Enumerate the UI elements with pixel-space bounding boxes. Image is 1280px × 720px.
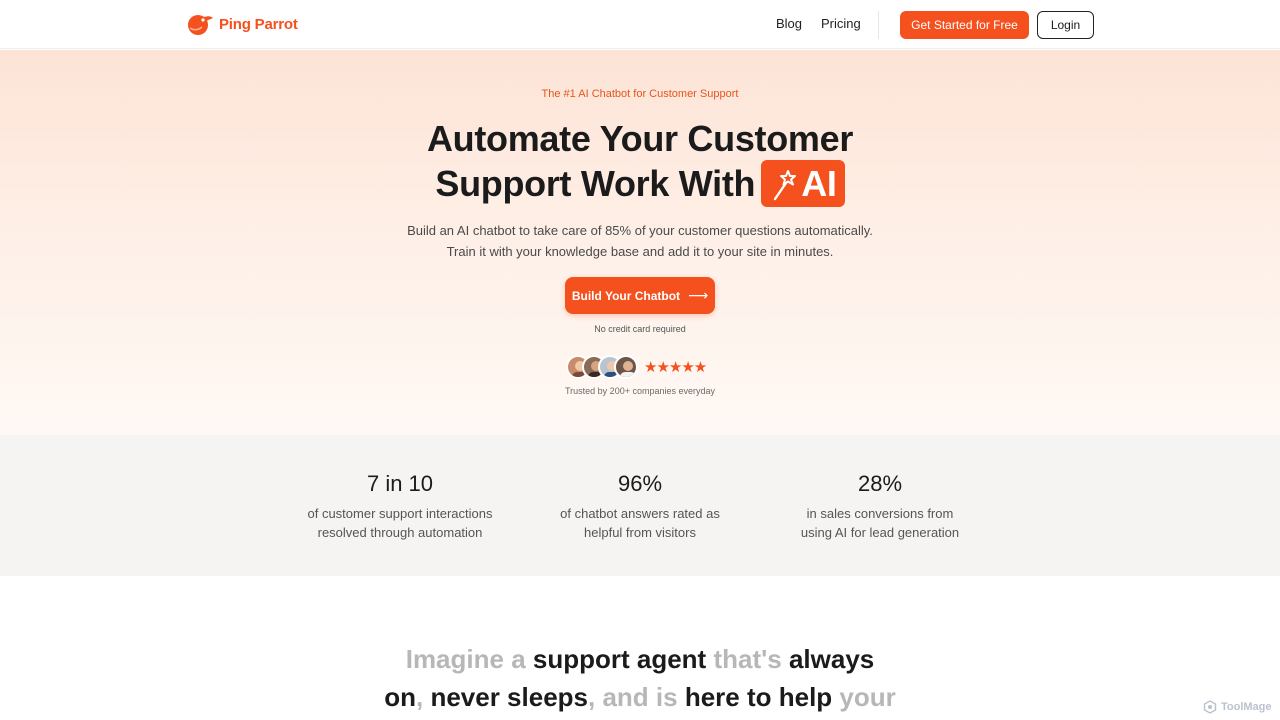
imagine-fragment: here to help (684, 682, 840, 712)
stat-item: 7 in 10 of customer support interactions… (280, 471, 520, 542)
nav-divider (878, 11, 879, 39)
stat-desc-line2: resolved through automation (317, 525, 483, 540)
stat-desc-line1: of chatbot answers rated as (560, 506, 720, 521)
imagine-fragment: support agent (532, 644, 714, 674)
hero-headline-line2: Support Work With AI (0, 160, 1280, 207)
stat-value: 28% (857, 471, 903, 496)
imagine-line2: on, never sleeps, and is here to help yo… (0, 682, 1280, 713)
no-credit-card-note: No credit card required (594, 324, 686, 334)
hero-eyebrow: The #1 AI Chatbot for Customer Support (541, 88, 739, 100)
trust-row: ★★★★★ (566, 355, 707, 379)
imagine-fragment: , (416, 682, 431, 712)
build-chatbot-button[interactable]: Build Your Chatbot ⟶ (565, 277, 715, 314)
hero-headline-line1: Automate Your Customer (426, 118, 854, 159)
imagine-fragment: on (384, 682, 416, 712)
stat-desc-line1: of customer support interactions (307, 506, 493, 521)
stat-item: 96% of chatbot answers rated as helpful … (520, 471, 760, 542)
stat-desc-line2: helpful from visitors (584, 525, 696, 540)
imagine-fragment: Imagine a (405, 644, 533, 674)
imagine-fragment: that's (713, 644, 789, 674)
build-chatbot-label: Build Your Chatbot (571, 288, 681, 303)
stat-value: 7 in 10 (366, 471, 434, 496)
login-button[interactable]: Login (1037, 11, 1094, 39)
trusted-by-text: Trusted by 200+ companies everyday (565, 386, 715, 396)
stat-desc-line2: using AI for lead generation (800, 525, 960, 540)
hero-subtitle-line2: Train it with your knowledge base and ad… (446, 244, 834, 259)
imagine-section: Imagine a support agent that's always on… (0, 576, 1280, 720)
toolmage-watermark: ToolMage (1203, 700, 1272, 714)
arrow-right-icon: ⟶ (688, 287, 709, 303)
watermark-text: ToolMage (1221, 701, 1272, 713)
imagine-fragment: your (839, 682, 896, 712)
hexagon-logo-icon (1203, 700, 1217, 714)
imagine-line1: Imagine a support agent that's always (0, 644, 1280, 675)
hero-subtitle-line1: Build an AI chatbot to take care of 85% … (407, 223, 873, 238)
brand-name: Ping Parrot (219, 15, 298, 33)
hero-section: The #1 AI Chatbot for Customer Support A… (0, 50, 1280, 435)
avatar (614, 355, 638, 379)
imagine-fragment: never sleeps (430, 682, 589, 712)
star-rating: ★★★★★ (644, 359, 707, 376)
stat-desc-line1: in sales conversions from (806, 506, 954, 521)
stats-section: 7 in 10 of customer support interactions… (0, 435, 1280, 576)
hero-headline-line2-text: Support Work With (435, 162, 756, 204)
ai-badge: AI (761, 160, 845, 207)
imagine-fragment: always (788, 644, 875, 674)
parrot-logo-icon (186, 12, 214, 36)
ai-badge-text: AI (801, 162, 837, 204)
nav-link-pricing[interactable]: Pricing (821, 16, 861, 31)
imagine-fragment: , and is (588, 682, 685, 712)
stat-value: 96% (617, 471, 663, 496)
nav-link-blog[interactable]: Blog (776, 16, 802, 31)
top-navbar: Ping Parrot Blog Pricing Get Started for… (0, 0, 1280, 49)
stat-item: 28% in sales conversions from using AI f… (760, 471, 1000, 542)
get-started-button[interactable]: Get Started for Free (900, 11, 1029, 39)
brand-logo[interactable]: Ping Parrot (186, 12, 298, 36)
magic-wand-icon (774, 169, 797, 200)
